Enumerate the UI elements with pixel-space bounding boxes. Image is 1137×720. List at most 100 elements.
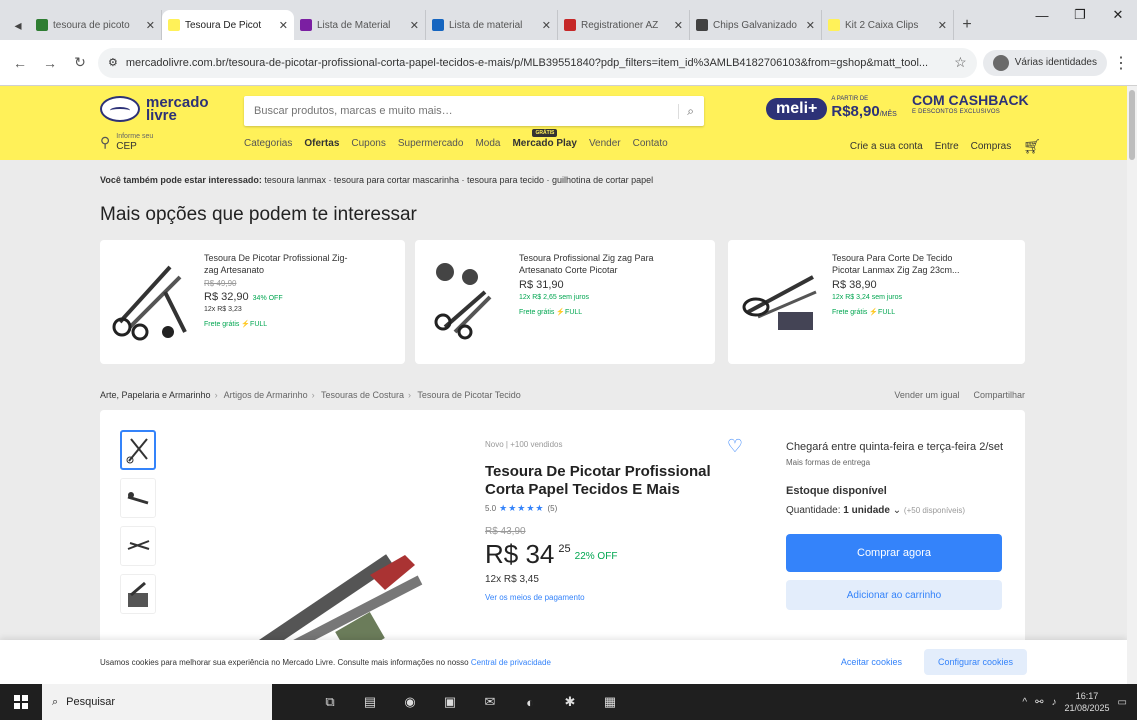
browser-tab[interactable]: Lista de Material ✕ <box>294 10 426 40</box>
product-rating[interactable]: 5.0 ★★★★★ (5) <box>485 503 735 514</box>
buy-now-button[interactable]: Comprar agora <box>786 534 1002 572</box>
meli-plus-banner[interactable]: meli+ A PARTIR DE R$8,90/MÊS <box>766 94 897 123</box>
notification-icon[interactable]: ▭ <box>1118 697 1127 708</box>
volume-icon[interactable]: ♪ <box>1052 697 1057 708</box>
browser-tab[interactable]: Lista de material ✕ <box>426 10 558 40</box>
page-scrollbar[interactable] <box>1127 86 1137 684</box>
chrome-icon[interactable]: ◉ <box>392 684 428 720</box>
rating-stars-icon: ★★★★★ <box>499 503 545 513</box>
nav-cupons[interactable]: Cupons <box>351 138 385 149</box>
favorite-heart-icon[interactable]: ♡ <box>727 436 743 457</box>
site-info-icon[interactable]: ⚙ <box>108 56 118 69</box>
thumbnail[interactable] <box>120 478 156 518</box>
start-button[interactable] <box>0 684 42 720</box>
new-tab-button[interactable]: + <box>954 10 980 40</box>
rec-info: Tesoura Para Corte De Tecido Picotar Lan… <box>832 252 982 352</box>
purchases-link[interactable]: Compras <box>971 141 1012 152</box>
browser-tab[interactable]: tesoura de picoto ✕ <box>30 10 162 40</box>
scissors-thumb-icon <box>126 438 148 464</box>
browser-tab[interactable]: Tesoura De Picot ✕ <box>162 10 294 40</box>
thumbnail[interactable] <box>120 574 156 614</box>
breadcrumb-item[interactable]: Tesoura de Picotar Tecido <box>417 390 520 400</box>
privacy-center-link[interactable]: Central de privacidade <box>471 658 551 667</box>
search-icon[interactable]: ⌕ <box>678 103 694 119</box>
thumbnail[interactable] <box>120 430 156 470</box>
reload-icon[interactable]: ↻ <box>68 51 92 75</box>
search-box: ⌕ <box>244 96 704 126</box>
network-icon[interactable]: ⚯ <box>1035 697 1043 708</box>
nav-ofertas[interactable]: Ofertas <box>304 138 339 149</box>
breadcrumb-item[interactable]: Artigos de Armarinho <box>224 390 308 400</box>
mercado-livre-logo[interactable]: mercado livre <box>100 95 209 123</box>
browser-tab[interactable]: Registrationer AZ ✕ <box>558 10 690 40</box>
close-tab-icon[interactable]: ✕ <box>938 19 947 32</box>
scrollbar-thumb[interactable] <box>1129 90 1135 160</box>
cep-selector[interactable]: ⚲ Informe seu CEP <box>100 132 153 152</box>
configure-cookies-button[interactable]: Configurar cookies <box>923 649 1027 675</box>
profile-button[interactable]: Várias identidades <box>982 49 1107 76</box>
close-window-icon[interactable]: ✕ <box>1099 0 1137 30</box>
rec-card[interactable]: Tesoura Para Corte De Tecido Picotar Lan… <box>728 240 1025 364</box>
taskbar-search[interactable]: ⌕ Pesquisar <box>42 684 272 720</box>
rec-info: Tesoura De Picotar Profissional Zig-zag … <box>204 252 354 352</box>
accept-cookies-button[interactable]: Aceitar cookies <box>826 649 916 675</box>
sell-similar-link[interactable]: Vender um igual <box>894 390 959 400</box>
add-to-cart-button[interactable]: Adicionar ao carrinho <box>786 580 1002 610</box>
rec-old-price: R$ 49,90 <box>204 279 237 288</box>
rec-price: R$ 32,90 34% OFF <box>204 291 354 303</box>
minimize-icon[interactable]: — <box>1023 0 1061 30</box>
cart-icon[interactable]: 🛒︎ <box>1023 138 1041 155</box>
app-icon[interactable]: ✱ <box>552 684 588 720</box>
outlook-icon[interactable]: ✉ <box>472 684 508 720</box>
url-field[interactable]: ⚙ mercadolivre.com.br/tesoura-de-picotar… <box>98 47 977 78</box>
close-tab-icon[interactable]: ✕ <box>674 19 683 32</box>
close-tab-icon[interactable]: ✕ <box>279 19 288 32</box>
close-tab-icon[interactable]: ✕ <box>542 19 551 32</box>
tray-chevron-icon[interactable]: ^ <box>1022 697 1027 708</box>
close-tab-icon[interactable]: ✕ <box>410 19 419 32</box>
browser-menu-icon[interactable]: ⋮ <box>1113 53 1129 73</box>
breadcrumb-actions: Vender um igual Compartilhar <box>894 390 1025 400</box>
related-searches-links[interactable]: tesoura lanmax · tesoura para cortar mas… <box>264 175 653 185</box>
cashback-banner[interactable]: COM CASHBACK E DESCONTOS EXCLUSIVOS <box>912 93 1029 118</box>
file-explorer-icon[interactable]: ▤ <box>352 684 388 720</box>
cep-line2: CEP <box>116 141 137 152</box>
breadcrumb-item[interactable]: Arte, Papelaria e Armarinho <box>100 390 211 400</box>
tab-search-icon[interactable]: ◂ <box>6 10 30 40</box>
quantity-selector[interactable]: Quantidade: 1 unidade ⌄ (+50 disponíveis… <box>786 505 1006 516</box>
nav-contato[interactable]: Contato <box>633 138 668 149</box>
delivery-estimate: Chegará entre quinta-feira e terça-feira… <box>786 441 1004 453</box>
rec-price: R$ 38,90 <box>832 279 877 291</box>
store-icon[interactable]: ▣ <box>432 684 468 720</box>
nav-moda[interactable]: Moda <box>475 138 500 149</box>
edge-icon[interactable]: ◐ <box>512 684 548 720</box>
back-icon[interactable]: ← <box>8 51 32 75</box>
create-account-link[interactable]: Crie a sua conta <box>850 141 923 152</box>
login-link[interactable]: Entre <box>935 141 959 152</box>
product-panel: Novo | +100 vendidos ♡ Tesoura De Picota… <box>100 410 1025 670</box>
maximize-icon[interactable]: ❐ <box>1061 0 1099 30</box>
payment-methods-link[interactable]: Ver os meios de pagamento <box>485 593 735 602</box>
rec-card[interactable]: Tesoura Profissional Zig zag Para Artesa… <box>415 240 715 364</box>
nav-supermercado[interactable]: Supermercado <box>398 138 464 149</box>
browser-tab[interactable]: Kit 2 Caixa Clips ✕ <box>822 10 954 40</box>
close-tab-icon[interactable]: ✕ <box>146 19 155 32</box>
system-tray: ^ ⚯ ♪ 16:17 21/08/2025 ▭ <box>1022 684 1127 720</box>
app-icon[interactable]: ▦ <box>592 684 628 720</box>
more-delivery-link[interactable]: Mais formas de entrega <box>786 458 1006 467</box>
nav-vender[interactable]: Vender <box>589 138 621 149</box>
rec-card[interactable]: Tesoura De Picotar Profissional Zig-zag … <box>100 240 405 364</box>
breadcrumb-item[interactable]: Tesouras de Costura <box>321 390 404 400</box>
close-tab-icon[interactable]: ✕ <box>806 19 815 32</box>
tab-list: tesoura de picoto ✕ Tesoura De Picot ✕ Lista… <box>30 10 954 40</box>
nav-categorias[interactable]: Categorias <box>244 138 292 149</box>
forward-icon[interactable]: → <box>38 51 62 75</box>
task-view-icon[interactable]: ⧉ <box>312 684 348 720</box>
bookmark-star-icon[interactable]: ☆ <box>954 54 967 71</box>
nav-mercado-play[interactable]: GRÁTIS Mercado Play <box>512 129 577 149</box>
search-input[interactable] <box>254 105 679 117</box>
share-link[interactable]: Compartilhar <box>973 390 1025 400</box>
thumbnail[interactable] <box>120 526 156 566</box>
browser-tab[interactable]: Chips Galvanizado ✕ <box>690 10 822 40</box>
clock[interactable]: 16:17 21/08/2025 <box>1065 690 1110 714</box>
